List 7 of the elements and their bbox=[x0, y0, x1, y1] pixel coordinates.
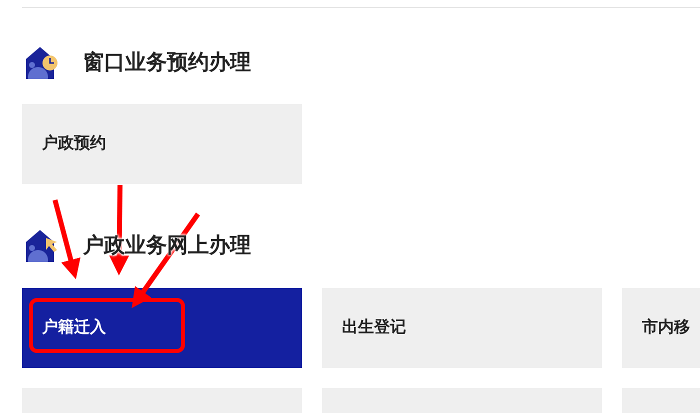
section-title: 窗口业务预约办理 bbox=[83, 50, 251, 76]
service-card[interactable]: 出生登记 bbox=[322, 288, 602, 368]
service-card[interactable]: 市内移 bbox=[622, 288, 700, 368]
house-clock-icon bbox=[26, 47, 58, 79]
house-cursor-icon bbox=[26, 230, 58, 262]
service-card[interactable]: 户政预约 bbox=[22, 104, 302, 184]
service-card[interactable]: 户籍迁入 bbox=[22, 288, 302, 368]
